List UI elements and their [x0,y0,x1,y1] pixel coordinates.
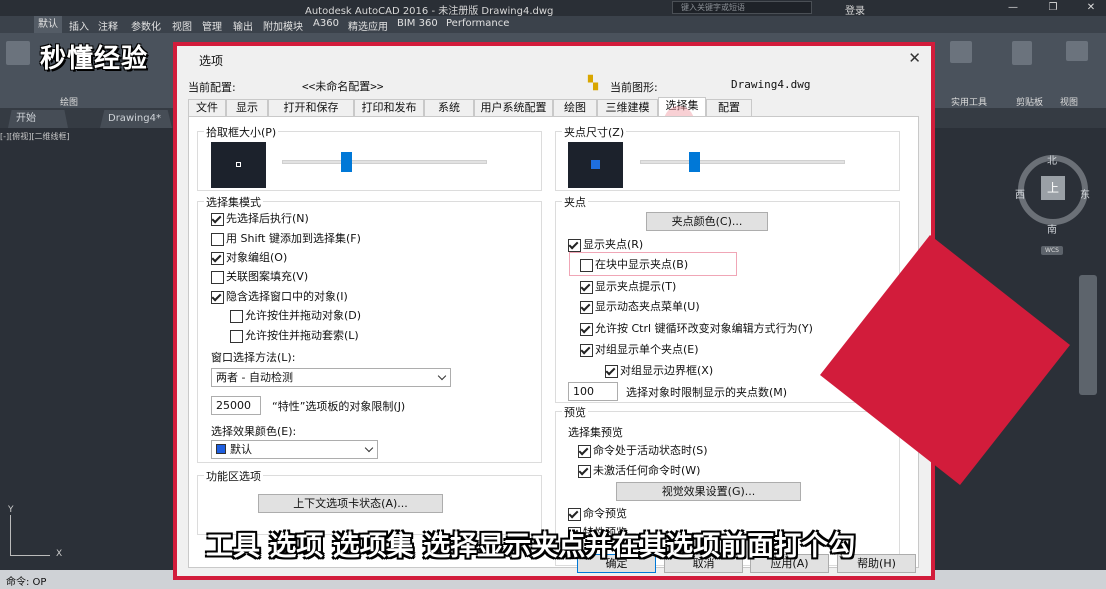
paste-icon[interactable] [1012,41,1032,65]
ribbon-tab-featured[interactable]: 精选应用 [348,18,388,33]
minimize-icon[interactable]: — [1003,1,1023,15]
ribbon-group-tools[interactable]: 实用工具 [951,95,987,108]
ribbon-group-clipboard[interactable]: 剪贴板 [1016,95,1043,108]
ribbon-tab-performance[interactable]: Performance [446,18,509,29]
ribbon-tab-annotate[interactable]: 注释 [98,18,118,33]
line-tool-icon[interactable] [6,41,30,65]
ribbon-tab-bim360[interactable]: BIM 360 [397,18,438,29]
ribbon-tab-default[interactable]: 默认 [34,16,62,33]
ribbon-tab-output[interactable]: 输出 [233,18,253,33]
watermark-logo: 秒懂经验 [40,44,149,74]
view-tool-icon[interactable] [1066,41,1088,61]
red-diamond-decoration [820,235,1070,485]
ribbon-tab-insert[interactable]: 插入 [69,18,89,33]
ribbon-tabs: 默认 插入 注释 参数化 视图 管理 输出 附加模块 A360 精选应用 BIM… [0,16,1106,33]
title-bar: Autodesk AutoCAD 2016 - 未注册版 Drawing4.dw… [0,0,1106,17]
login-link[interactable]: 登录 [845,2,865,17]
doc-tab-start[interactable]: 开始 [8,110,68,128]
subtitle-caption: 工具 选项 选项集 选择显示夹点并在其选项前面打个勾 [206,531,856,562]
utilities-icon[interactable] [950,41,972,63]
ribbon-tab-addins[interactable]: 附加模块 [263,18,303,33]
axis-y-label: Y [8,505,14,515]
compass-north[interactable]: 北 [1047,152,1057,167]
ribbon-tab-view[interactable]: 视图 [172,18,192,33]
doc-tab-drawing4[interactable]: Drawing4* [100,110,172,128]
ribbon-group-draw[interactable]: 绘图 [60,95,78,108]
ribbon-tab-a360[interactable]: A360 [313,18,339,29]
ribbon-tab-parametric[interactable]: 参数化 [131,18,161,33]
viewport-label[interactable]: [-][俯视][二维线框] [0,131,70,142]
ribbon-tab-manage[interactable]: 管理 [202,18,222,33]
search-input[interactable]: 键入关键字或短语 [672,1,812,14]
maximize-icon[interactable]: ❐ [1043,1,1063,15]
compass-east[interactable]: 东 [1080,186,1090,201]
view-cube[interactable]: 上 北 南 西 东 WCS [1015,150,1090,255]
axis-x-label: X [56,549,63,559]
compass-west[interactable]: 西 [1015,186,1025,201]
view-cube-top[interactable]: 上 [1041,176,1065,200]
command-text: 命令: OP [6,577,47,588]
navigation-bar[interactable] [1079,275,1097,395]
close-window-icon[interactable]: ✕ [1081,1,1101,15]
window-title: Autodesk AutoCAD 2016 - 未注册版 Drawing4.dw… [305,6,554,17]
compass-south[interactable]: 南 [1047,221,1057,236]
ribbon-group-view[interactable]: 视图 [1060,95,1078,108]
